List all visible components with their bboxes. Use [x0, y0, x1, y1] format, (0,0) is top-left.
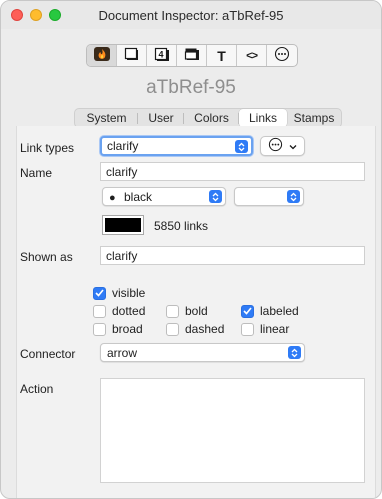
more-icon	[268, 137, 283, 155]
action-textarea[interactable]	[100, 378, 365, 483]
popup-stepper-icon	[209, 190, 222, 203]
inspector-tabs: System User Colors Links Stamps	[74, 108, 342, 128]
action-label: Action	[20, 382, 54, 396]
title-bar: Document Inspector: aTbRef-95	[1, 1, 381, 29]
bold-checkbox[interactable]: bold	[166, 304, 208, 318]
broad-label: broad	[112, 322, 143, 336]
connector-value: arrow	[107, 346, 138, 360]
tab-links[interactable]: Links	[239, 109, 287, 127]
color-dot-icon: ●	[109, 192, 116, 204]
labeled-label: labeled	[260, 304, 299, 318]
window-title: Document Inspector: aTbRef-95	[98, 8, 284, 23]
link-type-popup[interactable]: clarify	[100, 136, 253, 156]
link-types-label: Link types	[20, 141, 75, 155]
checkmark-icon	[93, 286, 106, 300]
connector-label: Connector	[20, 347, 76, 361]
checkbox-box	[241, 322, 254, 336]
text-pane-button[interactable]: T	[207, 45, 238, 66]
checkbox-box	[93, 304, 106, 318]
link-color-secondary-popup[interactable]	[234, 187, 304, 206]
bold-label: bold	[185, 304, 208, 318]
text-icon: T	[217, 47, 226, 64]
checkbox-box	[93, 322, 106, 336]
linear-checkbox[interactable]: linear	[241, 322, 289, 336]
swatch-fill	[105, 218, 141, 232]
dashed-label: dashed	[185, 322, 225, 336]
broad-checkbox[interactable]: broad	[93, 322, 143, 336]
tab-stamps[interactable]: Stamps	[287, 109, 341, 127]
document-inspector-window: Document Inspector: aTbRef-95 4 T <> aTb…	[0, 0, 382, 499]
properties-pane-button[interactable]	[87, 45, 118, 66]
link-color-value: black	[124, 190, 153, 204]
link-color-swatch[interactable]	[102, 215, 144, 235]
labeled-checkbox[interactable]: labeled	[241, 304, 299, 318]
link-color-popup[interactable]: ● black	[102, 187, 226, 206]
stack-pane-button[interactable]	[177, 45, 208, 66]
stack-icon	[184, 47, 200, 64]
popup-stepper-icon	[287, 190, 300, 203]
dashed-checkbox[interactable]: dashed	[166, 322, 224, 336]
link-name-field[interactable]: clarify	[100, 162, 365, 181]
note-pane-button[interactable]	[117, 45, 148, 66]
more-pane-button[interactable]	[267, 45, 297, 66]
checkbox-box	[166, 304, 179, 318]
checkmark-icon	[241, 304, 254, 318]
checkbox-box	[166, 322, 179, 336]
popup-stepper-icon	[235, 140, 248, 153]
link-type-value: clarify	[107, 139, 139, 153]
tab-colors[interactable]: Colors	[184, 109, 239, 127]
more-icon	[274, 46, 290, 65]
connector-popup[interactable]: arrow	[100, 343, 305, 362]
dotted-label: dotted	[112, 304, 146, 318]
linear-label: linear	[260, 322, 290, 336]
visible-checkbox[interactable]: visible	[93, 286, 145, 300]
tab-system[interactable]: System	[75, 109, 138, 127]
link-count: 5850 links	[154, 219, 209, 233]
document-name: aTbRef-95	[146, 77, 236, 98]
html-pane-button[interactable]: <>	[237, 45, 268, 66]
popup-stepper-icon	[288, 346, 301, 359]
chevron-down-icon	[289, 139, 297, 153]
calendar-pane-button[interactable]: 4	[147, 45, 178, 66]
visible-label: visible	[112, 286, 146, 300]
note-icon	[124, 47, 140, 64]
dotted-checkbox[interactable]: dotted	[93, 304, 145, 318]
shown-as-label: Shown as	[20, 250, 73, 264]
tab-user[interactable]: User	[138, 109, 184, 127]
name-label: Name	[20, 166, 53, 180]
inspector-pane-selector: 4 T <>	[86, 44, 298, 67]
shown-as-field[interactable]: clarify	[100, 246, 365, 265]
flame-icon	[93, 46, 111, 65]
svg-text:4: 4	[158, 49, 163, 59]
code-icon: <>	[246, 49, 258, 62]
link-type-actions-button[interactable]	[260, 136, 305, 156]
calendar-icon: 4	[154, 47, 170, 65]
